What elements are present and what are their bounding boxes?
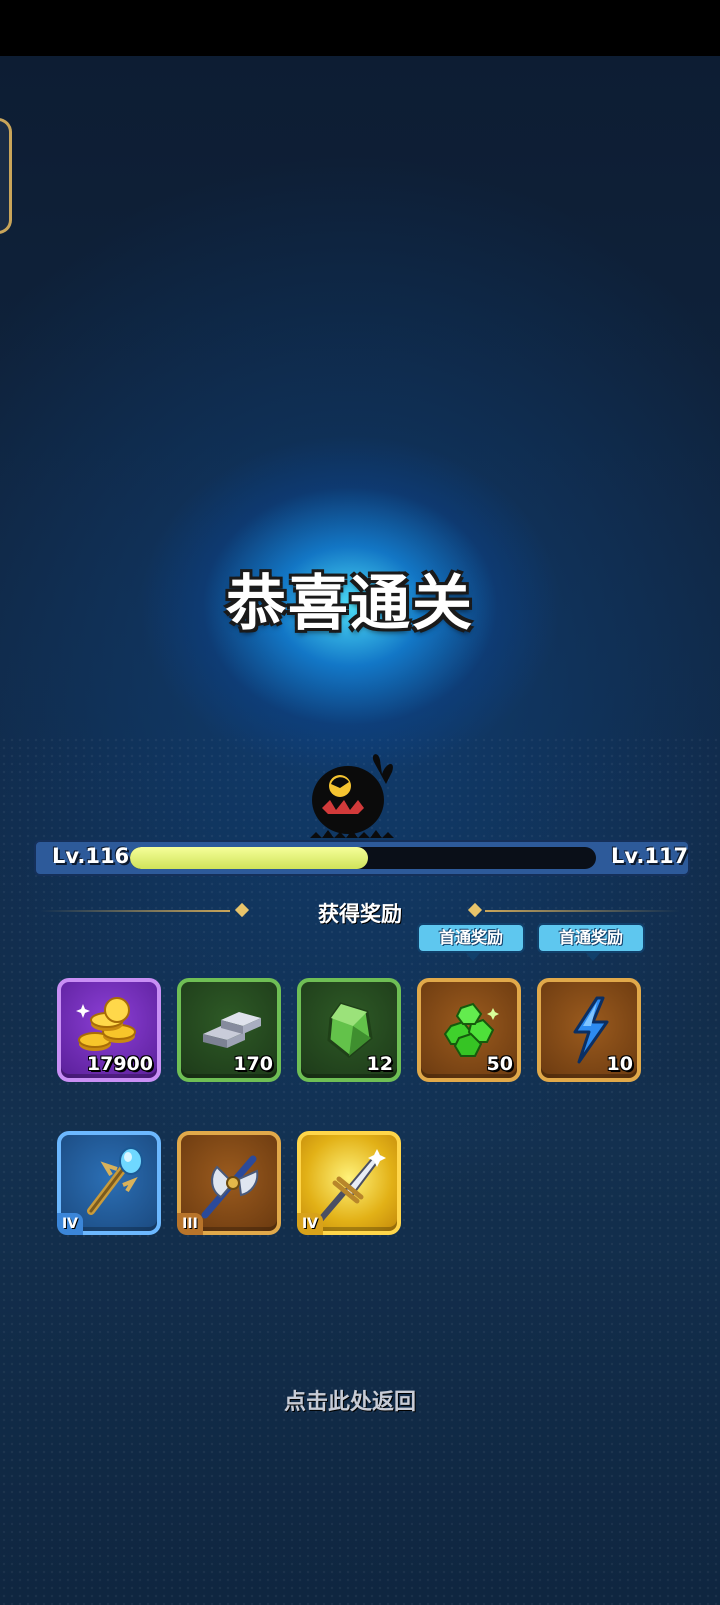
boss-creature-icon — [310, 754, 394, 838]
reward-count: 17900 — [86, 1053, 153, 1075]
next-level-label: Lv.117 — [611, 844, 689, 868]
status-bar-area — [0, 0, 720, 56]
equipment-tier-badge: III — [177, 1213, 203, 1235]
victory-title: 恭喜通关 — [226, 569, 474, 639]
current-level-label: Lv.116 — [52, 844, 130, 868]
reward-green-ore[interactable]: 12 — [297, 978, 401, 1082]
equipment-tier-badge: IV — [57, 1213, 83, 1235]
first-clear-tag: 首通奖励 — [537, 923, 645, 961]
reward-gold-coins[interactable]: 17900 — [57, 978, 161, 1082]
reward-count: 10 — [606, 1053, 633, 1075]
first-clear-tag: 首通奖励 — [417, 923, 525, 961]
reward-lightning-energy[interactable]: 10 — [537, 978, 641, 1082]
level-progress-track — [130, 847, 596, 869]
equipment-tier-badge: IV — [297, 1213, 323, 1235]
divider-right — [485, 910, 680, 912]
reward-count: 12 — [366, 1053, 393, 1075]
side-menu-tab[interactable] — [0, 118, 12, 234]
equipment-battle-axe[interactable]: III — [177, 1131, 281, 1235]
reward-iron-ingot[interactable]: 170 — [177, 978, 281, 1082]
reward-count: 50 — [486, 1053, 513, 1075]
reward-emerald-gems[interactable]: 50 — [417, 978, 521, 1082]
reward-count: 170 — [233, 1053, 273, 1075]
equipment-crystal-staff[interactable]: IV — [57, 1131, 161, 1235]
equipment-golden-sword[interactable]: IV — [297, 1131, 401, 1235]
level-progress-fill — [130, 847, 368, 869]
tap-to-return-button[interactable]: 点击此处返回 — [0, 1384, 700, 1416]
